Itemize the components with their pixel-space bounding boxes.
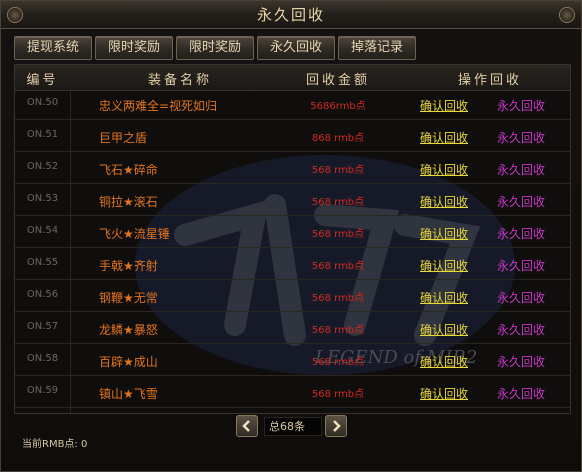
table-row: ON.50 忠义两难全=视死如归 5686rmb点 确认回收 永久回收 bbox=[15, 90, 570, 120]
confirm-recycle-link[interactable]: 确认回收 bbox=[420, 225, 468, 242]
permanent-recycle-link[interactable]: 永久回收 bbox=[497, 321, 545, 338]
title-ornament-right-icon bbox=[559, 7, 575, 23]
tab-limited-reward-1[interactable]: 限时奖励 bbox=[95, 36, 173, 60]
confirm-recycle-link[interactable]: 确认回收 bbox=[420, 289, 468, 306]
item-name: 龙鳞★暴怒 bbox=[99, 323, 158, 337]
row-id: ON.53 bbox=[26, 193, 59, 204]
recycle-window: 永久回收 提现系统 限时奖励 限时奖励 永久回收 掉落记录 LEGEND of … bbox=[0, 0, 582, 472]
permanent-recycle-link[interactable]: 永久回收 bbox=[497, 97, 545, 114]
recycle-price: 568 rmb点 bbox=[311, 229, 365, 240]
permanent-recycle-link[interactable]: 永久回收 bbox=[497, 257, 545, 274]
row-id: ON.59 bbox=[26, 385, 59, 396]
item-name: 百辟★成山 bbox=[99, 355, 158, 369]
row-id: ON.50 bbox=[26, 97, 59, 108]
recycle-price: 568 rmb点 bbox=[311, 357, 365, 368]
header-recycle-amount: 回收金额 bbox=[305, 73, 370, 88]
item-name: 飞火★流星锤 bbox=[99, 227, 170, 241]
tab-withdraw-system[interactable]: 提现系统 bbox=[14, 36, 92, 60]
recycle-price: 568 rmb点 bbox=[311, 261, 365, 272]
title-bar: 永久回收 bbox=[1, 1, 581, 29]
row-id: ON.58 bbox=[26, 353, 59, 364]
table-row: ON.56 钢鞭★无常 568 rmb点 确认回收 永久回收 bbox=[15, 282, 570, 312]
confirm-recycle-link[interactable]: 确认回收 bbox=[420, 257, 468, 274]
recycle-price: 868 rmb点 bbox=[311, 133, 365, 144]
permanent-recycle-link[interactable]: 永久回收 bbox=[497, 225, 545, 242]
tab-limited-reward-2[interactable]: 限时奖励 bbox=[176, 36, 254, 60]
total-count: 总68条 bbox=[264, 417, 322, 436]
tab-drop-records[interactable]: 掉落记录 bbox=[338, 36, 416, 60]
recycle-price: 568 rmb点 bbox=[311, 389, 365, 400]
item-name: 忠义两难全=视死如归 bbox=[99, 99, 218, 113]
confirm-recycle-link[interactable]: 确认回收 bbox=[420, 193, 468, 210]
item-name: 手戟★齐射 bbox=[99, 259, 158, 273]
item-name: 铜拉★滚石 bbox=[99, 195, 158, 209]
permanent-recycle-link[interactable]: 永久回收 bbox=[497, 385, 545, 402]
prev-page-button[interactable] bbox=[236, 415, 258, 437]
confirm-recycle-link[interactable]: 确认回收 bbox=[420, 161, 468, 178]
arrow-right-icon bbox=[333, 420, 341, 432]
table-row: ON.53 铜拉★滚石 568 rmb点 确认回收 永久回收 bbox=[15, 186, 570, 216]
table-row: ON.57 龙鳞★暴怒 568 rmb点 确认回收 永久回收 bbox=[15, 314, 570, 344]
recycle-price: 568 rmb点 bbox=[311, 293, 365, 304]
header-operation: 操作回收 bbox=[457, 73, 522, 88]
item-name: 飞石★碎命 bbox=[99, 163, 158, 177]
row-id: ON.54 bbox=[26, 225, 59, 236]
table-header: 编号 装备名称 回收金额 操作回收 bbox=[15, 65, 570, 91]
row-id: ON.52 bbox=[26, 161, 59, 172]
header-id: 编号 bbox=[26, 73, 59, 88]
permanent-recycle-link[interactable]: 永久回收 bbox=[497, 129, 545, 146]
row-id: ON.51 bbox=[26, 129, 59, 140]
table-row: ON.59 镇山★飞雪 568 rmb点 确认回收 永久回收 bbox=[15, 378, 570, 408]
permanent-recycle-link[interactable]: 永久回收 bbox=[497, 161, 545, 178]
permanent-recycle-link[interactable]: 永久回收 bbox=[497, 289, 545, 306]
header-item-name: 装备名称 bbox=[147, 73, 212, 88]
confirm-recycle-link[interactable]: 确认回收 bbox=[420, 97, 468, 114]
recycle-price: 5686rmb点 bbox=[310, 101, 366, 112]
permanent-recycle-link[interactable]: 永久回收 bbox=[497, 353, 545, 370]
confirm-recycle-link[interactable]: 确认回收 bbox=[420, 353, 468, 370]
recycle-table: LEGEND of MIR2 编号 装备名称 回收金额 操作回收 ON.50 忠… bbox=[14, 64, 571, 414]
row-id: ON.55 bbox=[26, 257, 59, 268]
table-row: ON.55 手戟★齐射 568 rmb点 确认回收 永久回收 bbox=[15, 250, 570, 280]
row-id: ON.56 bbox=[26, 289, 59, 300]
item-name: 钢鞭★无常 bbox=[99, 291, 158, 305]
permanent-recycle-link[interactable]: 永久回收 bbox=[497, 193, 545, 210]
table-row: ON.54 飞火★流星锤 568 rmb点 确认回收 永久回收 bbox=[15, 218, 570, 248]
window-title: 永久回收 bbox=[256, 6, 325, 24]
table-row: ON.58 百辟★成山 568 rmb点 确认回收 永久回收 bbox=[15, 346, 570, 376]
item-name: 巨甲之盾 bbox=[99, 131, 148, 145]
item-name: 镇山★飞雪 bbox=[99, 387, 158, 401]
confirm-recycle-link[interactable]: 确认回收 bbox=[420, 385, 468, 402]
next-page-button[interactable] bbox=[325, 415, 347, 437]
recycle-price: 568 rmb点 bbox=[311, 197, 365, 208]
rmb-balance: 当前RMB点: 0 bbox=[22, 439, 88, 450]
tab-permanent-recycle[interactable]: 永久回收 bbox=[257, 36, 335, 60]
table-row: ON.52 飞石★碎命 568 rmb点 确认回收 永久回收 bbox=[15, 154, 570, 184]
confirm-recycle-link[interactable]: 确认回收 bbox=[420, 321, 468, 338]
confirm-recycle-link[interactable]: 确认回收 bbox=[420, 129, 468, 146]
table-row: ON.51 巨甲之盾 868 rmb点 确认回收 永久回收 bbox=[15, 122, 570, 152]
recycle-price: 568 rmb点 bbox=[311, 165, 365, 176]
recycle-price: 568 rmb点 bbox=[311, 325, 365, 336]
row-id: ON.57 bbox=[26, 321, 59, 332]
arrow-left-icon bbox=[242, 420, 250, 432]
